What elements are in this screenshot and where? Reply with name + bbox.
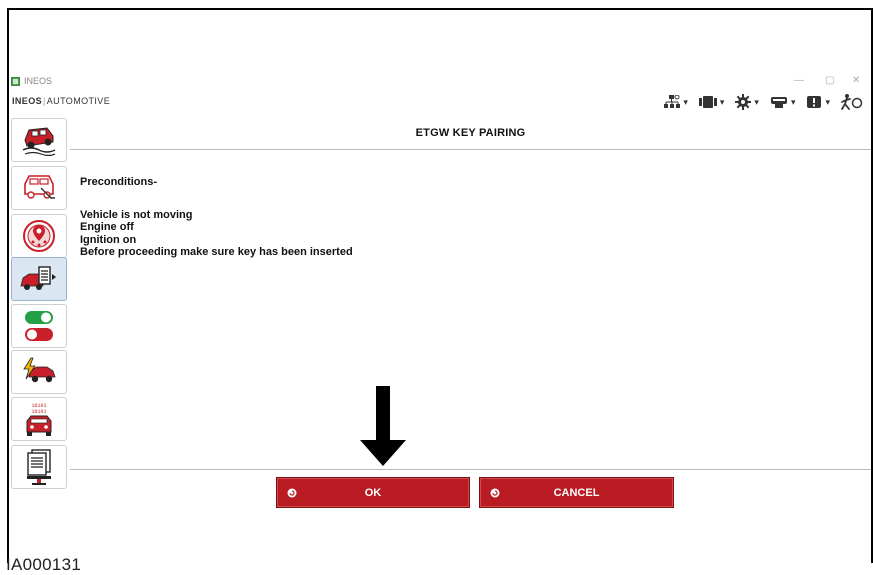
battery-dropdown[interactable]: ▾ bbox=[698, 95, 732, 109]
condition-item: Ignition on bbox=[80, 233, 137, 246]
main-panel: ETGW KEY PAIRING Preconditions- Vehicle … bbox=[70, 116, 871, 518]
vehicle-outline-icon bbox=[24, 175, 55, 199]
dropdown-dot: ▾ bbox=[825, 96, 830, 107]
alert-dropdown[interactable]: ▾ bbox=[806, 95, 837, 109]
toolbar: ▾ ▾ ▾ ▾ ▾ bbox=[664, 91, 863, 113]
dropdown-dot: ▾ bbox=[754, 96, 759, 107]
cancel-button-label: CANCEL bbox=[553, 486, 600, 499]
preconditions-label: Preconditions- bbox=[80, 176, 158, 188]
settings-gear-icon bbox=[735, 94, 752, 110]
close-button[interactable]: ✕ bbox=[852, 75, 860, 86]
settings-dropdown[interactable]: ▾ bbox=[735, 94, 766, 110]
alert-card-icon bbox=[807, 96, 822, 108]
vehicle-config-icon bbox=[20, 266, 56, 290]
sidebar-item-diagnostics[interactable] bbox=[11, 214, 67, 258]
electrical-fault-icon bbox=[23, 357, 56, 383]
diagnostics-location-icon bbox=[23, 220, 55, 252]
vci-device-icon bbox=[770, 97, 787, 108]
ok-button[interactable]: OK bbox=[276, 477, 470, 508]
dropdown-dot: ▾ bbox=[790, 96, 796, 107]
ok-button-label: OK bbox=[364, 486, 382, 499]
sidebar-item-vehicle-config[interactable] bbox=[11, 257, 67, 301]
page-title: ETGW KEY PAIRING bbox=[70, 116, 871, 150]
battery-connector-icon bbox=[698, 96, 717, 108]
down-arrow-icon bbox=[360, 386, 406, 466]
cancel-circle-icon bbox=[490, 488, 500, 498]
sidebar-item-vehicle[interactable] bbox=[11, 166, 67, 210]
condition-item: Engine off bbox=[80, 221, 134, 233]
minimize-button[interactable]: — bbox=[794, 75, 804, 86]
network-dropdown[interactable]: ▾ bbox=[664, 95, 695, 109]
cancel-button[interactable]: CANCEL bbox=[479, 477, 674, 508]
brand-toolbar-row: INEOS|AUTOMOTIVE ▾ ▾ ▾ ▾ ▾ bbox=[9, 91, 871, 113]
divider bbox=[70, 469, 871, 470]
svg-text:10101: 10101 bbox=[31, 409, 46, 415]
sidebar-item-binary-data[interactable]: 10101 10101 bbox=[11, 397, 67, 441]
brand-rest: AUTOMOTIVE bbox=[46, 96, 111, 106]
figure-caption: IA000131 bbox=[6, 555, 82, 574]
binary-data-vehicle-icon: 10101 10101 bbox=[26, 403, 52, 436]
sidebar-item-documentation[interactable] bbox=[11, 445, 67, 489]
toggle-switches-icon bbox=[25, 311, 53, 341]
exit-run-icon bbox=[841, 94, 863, 110]
exit-button[interactable] bbox=[841, 94, 863, 110]
offroad-vehicle-icon bbox=[22, 127, 56, 156]
vci-dropdown[interactable]: ▾ bbox=[770, 95, 803, 109]
condition-item: Vehicle is not moving bbox=[80, 208, 193, 221]
brand-logo: INEOS|AUTOMOTIVE bbox=[12, 96, 111, 106]
brand-strong: INEOS bbox=[12, 96, 43, 106]
sidebar: 10101 10101 bbox=[9, 116, 69, 518]
maximize-button[interactable]: ▢ bbox=[825, 75, 834, 86]
network-icon bbox=[664, 95, 681, 108]
condition-item: Before proceeding make sure key has been… bbox=[80, 246, 353, 258]
window-titlebar: INEOS — ▢ ✕ bbox=[9, 74, 871, 91]
dropdown-dot: ▾ bbox=[719, 96, 725, 107]
ok-circle-icon bbox=[287, 488, 297, 498]
window-title: INEOS bbox=[24, 76, 53, 86]
sidebar-item-electrical[interactable] bbox=[11, 350, 67, 394]
sidebar-item-offroad[interactable] bbox=[11, 118, 67, 162]
preconditions-block: Preconditions- Vehicle is not moving Eng… bbox=[80, 176, 353, 259]
app-logo-icon bbox=[11, 77, 20, 86]
documentation-icon bbox=[27, 449, 51, 485]
dropdown-dot: ▾ bbox=[683, 96, 688, 107]
sidebar-item-toggles[interactable] bbox=[11, 304, 67, 348]
